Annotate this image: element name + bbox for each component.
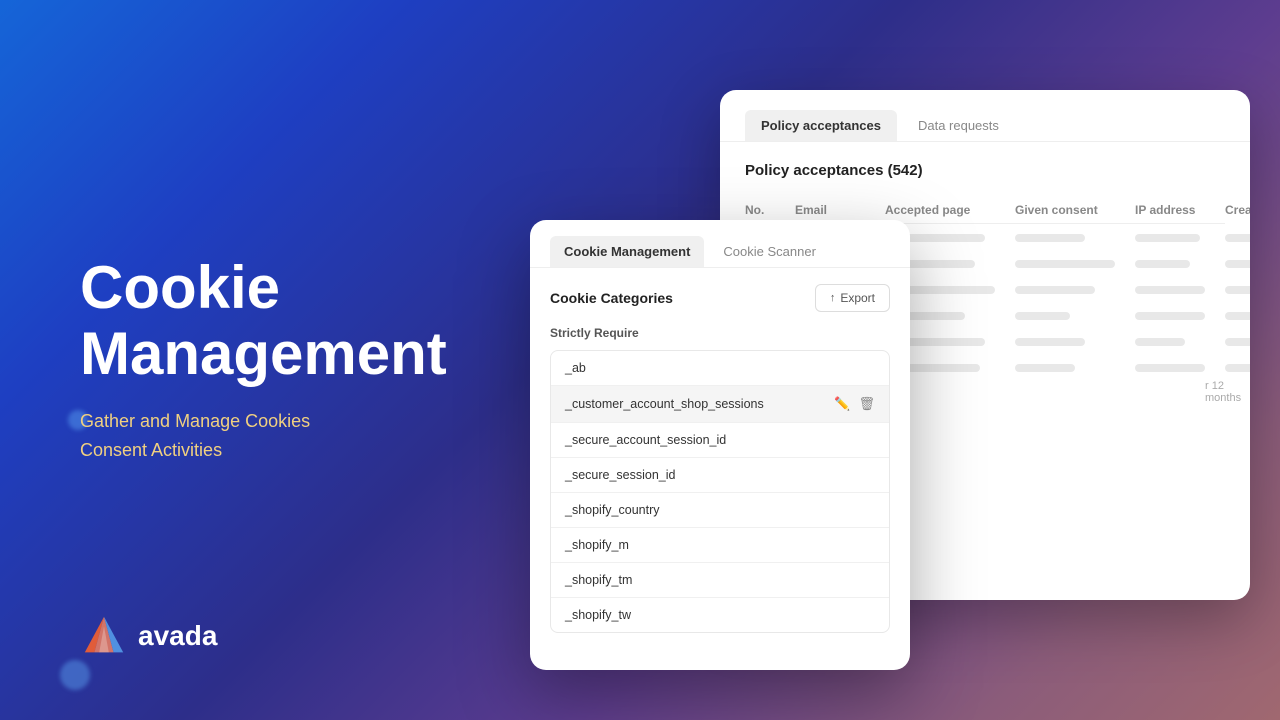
- cookie-name: _secure_account_session_id: [565, 433, 726, 447]
- cookie-tabs-bar: Cookie Management Cookie Scanner: [530, 220, 910, 268]
- col-accepted-page: Accepted page: [885, 203, 1015, 217]
- cookie-body: Cookie Categories ↑ Export Strictly Requ…: [530, 268, 910, 649]
- hero-subtitle: Gather and Manage Cookies Consent Activi…: [80, 407, 447, 465]
- skeleton-cell: [1015, 312, 1070, 320]
- delete-icon[interactable]: 🗑: [858, 396, 875, 412]
- hero-text-area: Cookie Management Gather and Manage Cook…: [80, 255, 447, 465]
- list-item[interactable]: _shopify_tw: [551, 598, 889, 632]
- cookie-header-row: Cookie Categories ↑ Export: [550, 284, 890, 312]
- export-label: Export: [840, 291, 875, 305]
- cookie-list: _ab _customer_account_shop_sessions ✏️ 🗑…: [550, 350, 890, 633]
- col-no: No.: [745, 203, 795, 217]
- skeleton-cell: [1135, 234, 1200, 242]
- skeleton-cell: [1015, 286, 1095, 294]
- cookie-name: _shopify_tw: [565, 608, 631, 622]
- skeleton-cell: [1135, 338, 1185, 346]
- list-item[interactable]: _customer_account_shop_sessions ✏️ 🗑: [551, 386, 889, 423]
- list-item[interactable]: _secure_account_session_id: [551, 423, 889, 458]
- cookie-categories-label: Cookie Categories: [550, 290, 673, 306]
- list-item[interactable]: _shopify_country: [551, 493, 889, 528]
- cookie-name: _shopify_country: [565, 503, 660, 517]
- export-button[interactable]: ↑ Export: [815, 284, 890, 312]
- skeleton-cell: [1225, 338, 1250, 346]
- hero-title: Cookie Management: [80, 255, 447, 387]
- tab-data-requests[interactable]: Data requests: [902, 110, 1015, 141]
- strictly-require-label: Strictly Require: [550, 326, 890, 340]
- tab-cookie-management[interactable]: Cookie Management: [550, 236, 704, 267]
- skeleton-cell: [1135, 364, 1205, 372]
- col-ip-address: IP address: [1135, 203, 1225, 217]
- brand-logo: avada: [80, 612, 217, 660]
- skeleton-cell: [1135, 312, 1205, 320]
- tab-policy-acceptances[interactable]: Policy acceptances: [745, 110, 897, 141]
- policy-heading: Policy acceptances (542): [745, 162, 1225, 179]
- list-item[interactable]: _shopify_tm: [551, 563, 889, 598]
- skeleton-cell: [1015, 260, 1115, 268]
- skeleton-cell: [1225, 260, 1250, 268]
- skeleton-cell: [1225, 312, 1250, 320]
- skeleton-cell: [1015, 338, 1085, 346]
- col-given-consent: Given consent: [1015, 203, 1135, 217]
- skeleton-cell: [1225, 234, 1250, 242]
- cookie-name: _ab: [565, 361, 586, 375]
- col-email: Email: [795, 203, 885, 217]
- cookie-panel: Cookie Management Cookie Scanner Cookie …: [530, 220, 910, 670]
- skeleton-cell: [1015, 364, 1075, 372]
- list-item[interactable]: _shopify_m: [551, 528, 889, 563]
- skeleton-cell: [1225, 286, 1250, 294]
- export-icon: ↑: [830, 292, 836, 304]
- tab-cookie-scanner[interactable]: Cookie Scanner: [709, 236, 830, 267]
- avada-logo-icon: [80, 612, 128, 660]
- skeleton-cell: [1135, 286, 1205, 294]
- orb-decoration-2: [60, 660, 90, 690]
- cookie-name: _shopify_m: [565, 538, 629, 552]
- skeleton-cell: [1225, 364, 1250, 372]
- edit-icon[interactable]: ✏️: [834, 396, 850, 412]
- cookie-name: _secure_session_id: [565, 468, 676, 482]
- list-item[interactable]: _ab: [551, 351, 889, 386]
- list-item[interactable]: _secure_session_id: [551, 458, 889, 493]
- skeleton-cell: [1135, 260, 1190, 268]
- policy-tabs-bar: Policy acceptances Data requests: [720, 90, 1250, 142]
- avada-logo-text: avada: [138, 620, 217, 652]
- cookie-actions: ✏️ 🗑: [834, 396, 875, 412]
- cookie-name: _shopify_tm: [565, 573, 632, 587]
- col-created-at: Created at: [1225, 203, 1250, 217]
- skeleton-cell: [1015, 234, 1085, 242]
- cookie-name: _customer_account_shop_sessions: [565, 397, 764, 411]
